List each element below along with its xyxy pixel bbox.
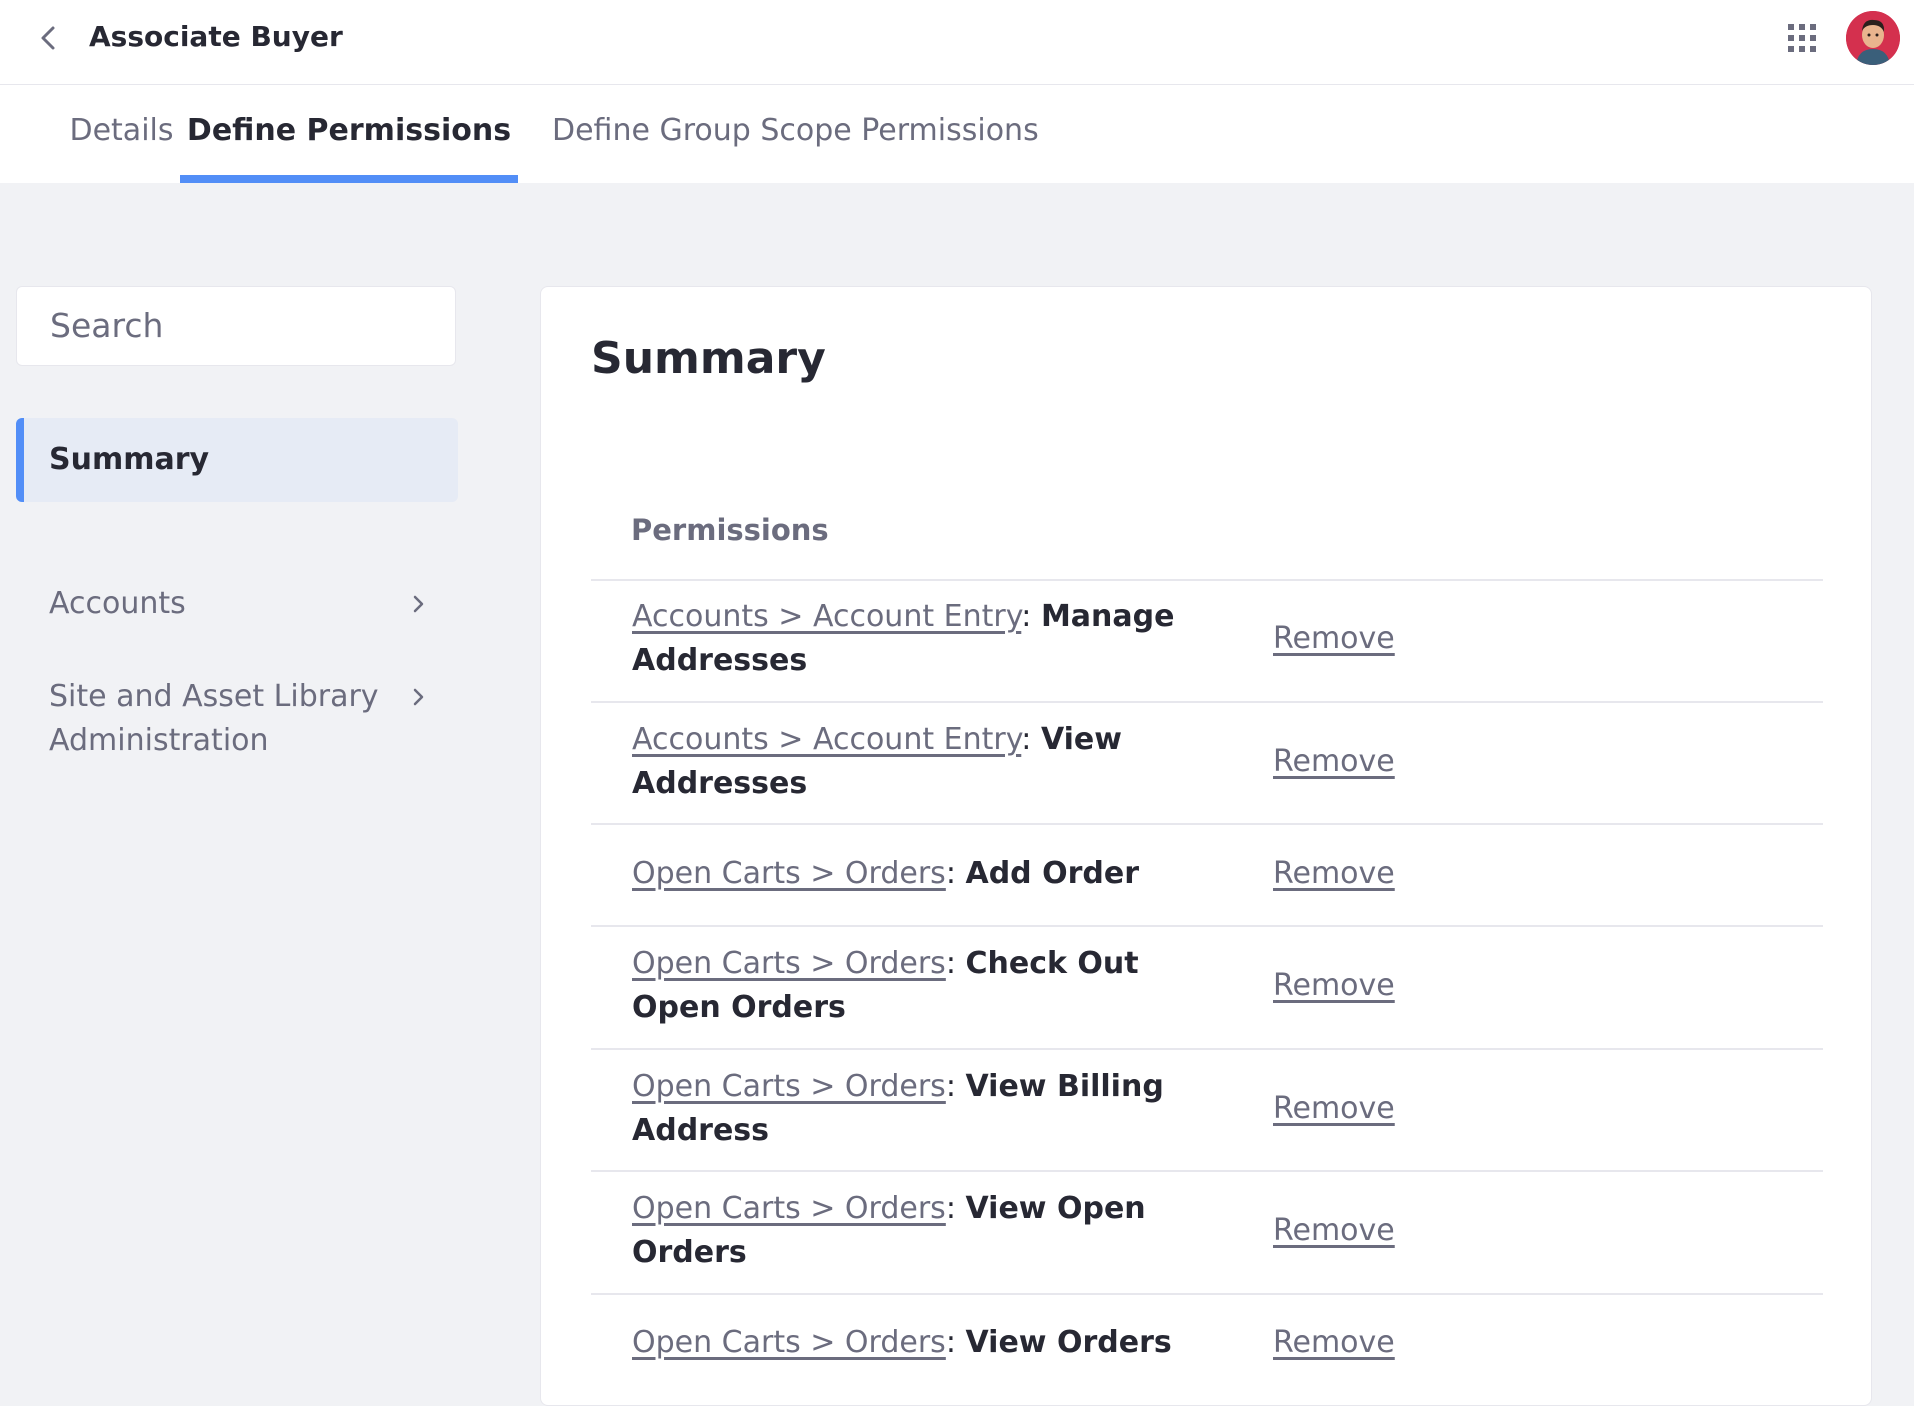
permission-path-link[interactable]: Open Carts > Orders	[632, 1325, 946, 1360]
permission-path-link[interactable]: Open Carts > Orders	[632, 1069, 946, 1104]
summary-panel: Summary Permissions Accounts > Account E…	[540, 286, 1872, 1406]
remove-link[interactable]: Remove	[1273, 617, 1395, 661]
search-input[interactable]: Search	[16, 286, 456, 366]
permission-path-link[interactable]: Accounts > Account Entry	[632, 599, 1021, 634]
chevron-right-icon	[413, 688, 424, 706]
sidebar-item-site-and-asset-library-administration[interactable]: Site and Asset Library Administration	[16, 675, 458, 763]
table-divider	[591, 1293, 1823, 1295]
permission-path-link[interactable]: Open Carts > Orders	[632, 856, 946, 891]
tab-details[interactable]: Details	[49, 85, 194, 183]
tab-bar: Details Define Permissions Define Group …	[0, 85, 1914, 183]
chevron-left-icon	[41, 26, 55, 50]
sidebar-item-label: Summary	[49, 442, 210, 477]
tab-define-group-scope-permissions[interactable]: Define Group Scope Permissions	[552, 85, 1039, 183]
permissions-column-header: Permissions	[631, 513, 829, 547]
top-bar: Associate Buyer	[0, 0, 1914, 85]
table-divider	[591, 1048, 1823, 1050]
sidebar-item-accounts[interactable]: Accounts	[16, 582, 458, 626]
table-divider	[591, 579, 1823, 581]
remove-link[interactable]: Remove	[1273, 1087, 1395, 1131]
permission-row-text: Open Carts > Orders: Add Order	[632, 856, 1140, 891]
permission-row-text: Open Carts > Orders: View Open Orders	[632, 1191, 1146, 1270]
permission-row-text: Open Carts > Orders: Check Out Open Orde…	[632, 946, 1139, 1025]
table-divider	[591, 925, 1823, 927]
summary-title: Summary	[591, 333, 826, 384]
table-divider	[591, 701, 1823, 703]
permission-row-text: Accounts > Account Entry: Manage Address…	[632, 599, 1175, 678]
chevron-right-icon	[413, 595, 424, 613]
sidebar-item-label: Accounts	[49, 586, 186, 621]
grid-icon	[1788, 24, 1816, 52]
sidebar-item-summary[interactable]: Summary	[16, 418, 458, 502]
tab-define-permissions[interactable]: Define Permissions	[180, 85, 518, 183]
table-divider	[591, 823, 1823, 825]
remove-link[interactable]: Remove	[1273, 852, 1395, 896]
sidebar-item-label: Site and Asset Library Administration	[49, 679, 379, 758]
permission-path-link[interactable]: Open Carts > Orders	[632, 1191, 946, 1226]
permission-path-link[interactable]: Accounts > Account Entry	[632, 722, 1021, 757]
apps-button[interactable]	[1786, 22, 1818, 54]
back-button[interactable]	[34, 18, 64, 58]
avatar[interactable]	[1846, 11, 1900, 65]
permission-row-text: Open Carts > Orders: View Orders	[632, 1325, 1172, 1360]
permission-action: Add Order	[965, 856, 1140, 891]
remove-link[interactable]: Remove	[1273, 1209, 1395, 1253]
table-divider	[591, 1170, 1823, 1172]
remove-link[interactable]: Remove	[1273, 740, 1395, 784]
page-title: Associate Buyer	[89, 20, 343, 53]
permission-action: View Orders	[965, 1325, 1172, 1360]
remove-link[interactable]: Remove	[1273, 1321, 1395, 1365]
permission-path-link[interactable]: Open Carts > Orders	[632, 946, 946, 981]
permission-row-text: Open Carts > Orders: View Billing Addres…	[632, 1069, 1164, 1148]
permission-row-text: Accounts > Account Entry: View Addresses	[632, 722, 1122, 801]
user-avatar-icon	[1846, 11, 1900, 65]
remove-link[interactable]: Remove	[1273, 964, 1395, 1008]
